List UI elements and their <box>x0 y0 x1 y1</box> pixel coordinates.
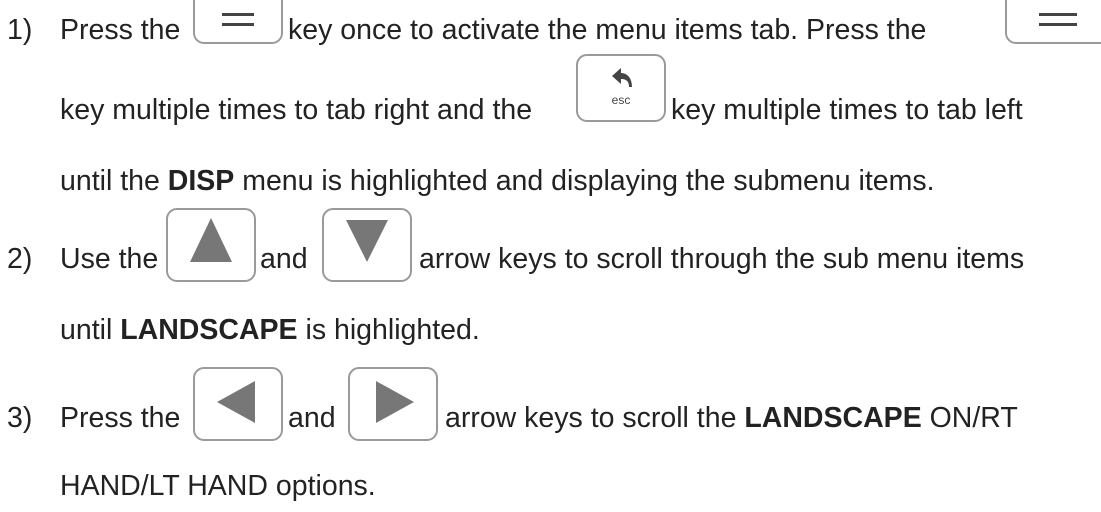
step-2-line-1c: arrow keys to scroll through the sub men… <box>419 243 1025 275</box>
step-1-line-2b: key multiple times to tab left <box>671 94 1023 126</box>
step-1-number: 1) <box>7 14 33 46</box>
landscape-term-2: LANDSCAPE <box>744 402 922 434</box>
back-arrow-icon: esc <box>612 68 632 107</box>
arrow-up-key-icon <box>166 208 256 282</box>
disp-term: DISP <box>167 165 235 197</box>
menu-key-icon <box>193 0 283 44</box>
landscape-term: LANDSCAPE <box>120 314 298 346</box>
arrow-left-key-icon <box>193 367 283 441</box>
esc-label: esc <box>612 93 631 107</box>
esc-key-icon: esc <box>576 54 666 122</box>
step-2-number: 2) <box>7 243 33 275</box>
step-3-line-1b: and <box>288 402 336 434</box>
right-triangle-icon <box>376 381 414 423</box>
menu-lines-icon <box>1039 13 1077 26</box>
arrow-right-key-icon <box>348 367 438 441</box>
step-3-line-1a: Press the <box>60 402 181 434</box>
arrow-down-key-icon <box>322 208 412 282</box>
step-1-line-3: until the DISP menu is highlighted and d… <box>60 165 935 197</box>
step-2-line-2: until LANDSCAPE is highlighted. <box>60 314 480 346</box>
step-2-line-1a: Use the <box>60 243 159 275</box>
step-1-line-1: Press the <box>60 14 181 46</box>
up-triangle-icon <box>190 218 232 262</box>
step-1-line-2a: key multiple times to tab right and the <box>60 94 533 126</box>
step-3-line-1c: arrow keys to scroll the LANDSCAPE ON/RT <box>445 402 1018 434</box>
menu-key-icon-2 <box>1005 0 1101 44</box>
step-2-line-1b: and <box>260 243 308 275</box>
step-1-line-1b: key once to activate the menu items tab.… <box>288 14 927 46</box>
down-triangle-icon <box>346 220 388 262</box>
menu-lines-icon <box>222 13 254 26</box>
left-triangle-icon <box>217 381 255 423</box>
step-3-number: 3) <box>7 402 33 434</box>
step-3-line-2: HAND/LT HAND options. <box>60 470 376 502</box>
